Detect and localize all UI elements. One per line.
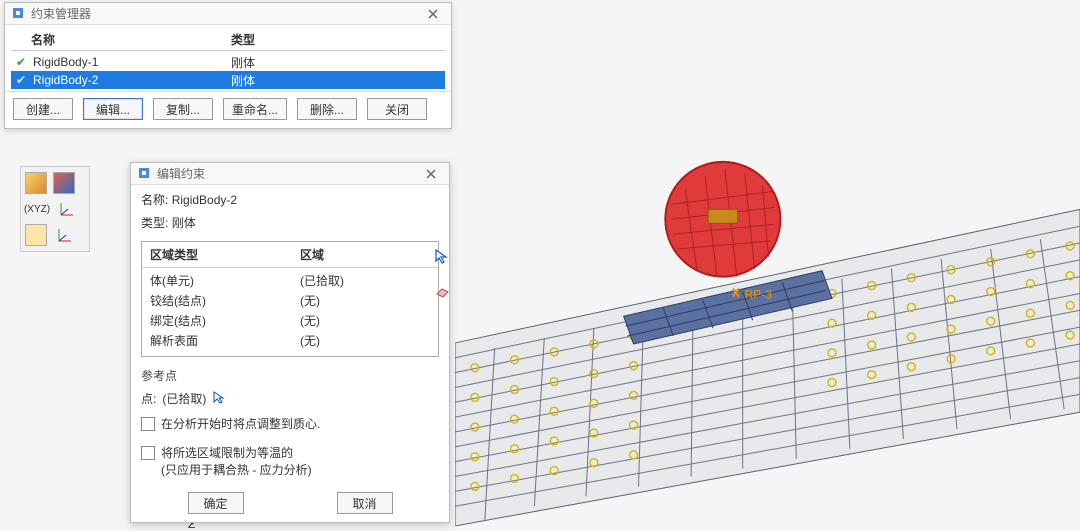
mini-axes-2-icon[interactable]: [53, 223, 77, 247]
copy-button[interactable]: 复制...: [153, 98, 213, 120]
adjust-to-centroid-checkbox[interactable]: [141, 417, 155, 431]
create-button[interactable]: 创建...: [13, 98, 73, 120]
refpoint-value: (已拾取): [162, 390, 206, 407]
edit-close-button[interactable]: [419, 165, 443, 183]
wireframe-color-button[interactable]: [53, 172, 75, 194]
delete-button[interactable]: 删除...: [297, 98, 357, 120]
region-header-region: 区域: [300, 246, 430, 263]
mini-axes-icon[interactable]: [55, 197, 79, 221]
row-type: 刚体: [231, 72, 445, 89]
cancel-button[interactable]: 取消: [337, 492, 393, 514]
header-name: 名称: [31, 31, 231, 48]
xyz-label: (XYZ): [25, 197, 49, 221]
name-value: RigidBody-2: [172, 193, 237, 207]
name-label: 名称:: [141, 193, 168, 207]
row-name: RigidBody-1: [31, 55, 231, 69]
status-check-icon: ✔: [11, 55, 31, 69]
close-button[interactable]: 关闭: [367, 98, 427, 120]
isothermal-label-1: 将所选区域限制为等温的: [161, 444, 312, 461]
pick-pointer-icon[interactable]: [212, 390, 226, 407]
app-icon: [137, 166, 153, 182]
left-toolbar: (XYZ): [20, 166, 90, 252]
type-label: 类型:: [141, 216, 168, 230]
edit-button[interactable]: 编辑...: [83, 98, 143, 120]
type-value: 刚体: [172, 216, 196, 230]
region-row[interactable]: 体(单元) (已拾取): [150, 270, 430, 290]
adjust-to-centroid-label: 在分析开始时将点调整到质心.: [161, 415, 320, 432]
isothermal-checkbox[interactable]: [141, 446, 155, 460]
region-row[interactable]: 铰结(结点) (无): [150, 290, 430, 310]
eraser-icon[interactable]: [434, 282, 452, 300]
ok-button[interactable]: 确定: [188, 492, 244, 514]
region-header-type: 区域类型: [150, 246, 300, 263]
viewport-3d[interactable]: RP-3: [455, 150, 1080, 526]
display-group-button[interactable]: [25, 224, 47, 246]
mesh-display-button[interactable]: [25, 172, 47, 194]
edit-constraint-dialog: 编辑约束 名称: RigidBody-2 类型: 刚体 区域类型 区域 体(单元…: [130, 162, 450, 523]
ref-point-label: RP-3: [745, 287, 772, 301]
region-table[interactable]: 区域类型 区域 体(单元) (已拾取) 铰结(结点) (无) 绑定(结点) (无…: [141, 241, 439, 357]
manager-title: 约束管理器: [31, 5, 421, 22]
refpoint-section-label: 参考点: [141, 367, 439, 384]
picking-tools: [434, 248, 452, 300]
region-row[interactable]: 解析表面 (无): [150, 330, 430, 350]
row-name: RigidBody-2: [31, 73, 231, 87]
constraint-row[interactable]: ✔ RigidBody-1 刚体: [11, 53, 445, 71]
close-icon: [426, 169, 436, 179]
rename-button[interactable]: 重命名...: [223, 98, 287, 120]
region-row[interactable]: 绑定(结点) (无): [150, 310, 430, 330]
isothermal-label-2: (只应用于耦合热 - 应力分析): [161, 461, 312, 478]
constraint-manager-dialog: 约束管理器 名称 类型 ✔ RigidBody-1 刚体 ✔ RigidBody…: [4, 2, 452, 129]
sphere-body: [665, 162, 780, 277]
app-icon: [11, 6, 27, 22]
status-check-icon: ✔: [11, 73, 31, 87]
row-type: 刚体: [231, 54, 445, 71]
manager-close-button[interactable]: [421, 5, 445, 23]
refpoint-label: 点:: [141, 390, 156, 407]
arrow-select-icon[interactable]: [434, 248, 452, 266]
manager-table-header: 名称 类型: [11, 29, 445, 51]
edit-dialog-title: 编辑约束: [157, 165, 419, 182]
close-icon: [428, 9, 438, 19]
constraint-row[interactable]: ✔ RigidBody-2 刚体: [11, 71, 445, 89]
header-type: 类型: [231, 31, 445, 48]
